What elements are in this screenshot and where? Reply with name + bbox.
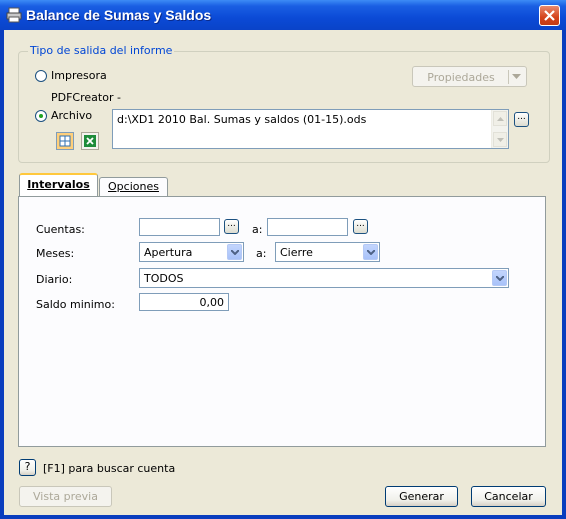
printer-radio[interactable]: [35, 70, 47, 82]
generate-button[interactable]: Generar: [385, 486, 458, 507]
scroll-up-arrow[interactable]: [493, 111, 507, 126]
file-path-text: d:\XD1 2010 Bal. Sumas y saldos (01-15).…: [117, 113, 367, 126]
saldo-minimo-label: Saldo minimo:: [36, 298, 115, 311]
printer-icon: [6, 7, 22, 23]
cuentas-to-lookup-button[interactable]: ...: [353, 219, 368, 234]
chevron-down-icon: [512, 74, 521, 79]
meses-from-select[interactable]: Apertura: [139, 242, 244, 262]
browse-file-button[interactable]: ...: [514, 112, 529, 127]
file-radio[interactable]: [35, 110, 47, 122]
cuentas-from-lookup-button[interactable]: ...: [224, 219, 239, 234]
cuentas-to-input[interactable]: [267, 218, 348, 236]
dialog-client-area: Tipo de salida del informe Impresora PDF…: [4, 30, 562, 515]
meses-label: Meses:: [36, 247, 75, 260]
chevron-down-icon: [367, 250, 375, 255]
file-radio-label: Archivo: [51, 109, 93, 122]
properties-button[interactable]: Propiedades: [412, 66, 527, 87]
chevron-down-icon: [231, 250, 239, 255]
output-type-group: Tipo de salida del informe Impresora PDF…: [18, 44, 550, 163]
dialog-window: Balance de Sumas y Saldos Tipo de salida…: [0, 0, 566, 519]
file-path-scrollbar[interactable]: [491, 110, 508, 148]
help-key-button[interactable]: ?: [19, 459, 36, 476]
tab-opciones[interactable]: Opciones: [99, 177, 168, 196]
window-title: Balance de Sumas y Saldos: [26, 7, 212, 23]
cancel-button[interactable]: Cancelar: [471, 486, 546, 507]
printer-radio-label: Impresora: [51, 69, 107, 82]
title-bar[interactable]: Balance de Sumas y Saldos: [0, 0, 566, 30]
scroll-down-arrow[interactable]: [493, 132, 507, 147]
cuentas-from-input[interactable]: [139, 218, 220, 236]
meses-from-dropdown-button[interactable]: [227, 244, 242, 260]
printer-name: PDFCreator -: [51, 91, 121, 104]
intervals-panel: Cuentas: ... a: ... Meses: Apertura a: C…: [18, 196, 546, 447]
meses-to-value: Cierre: [280, 246, 313, 259]
chevron-down-icon: [497, 138, 504, 142]
excel-format-icon[interactable]: [81, 132, 99, 150]
close-button[interactable]: [539, 5, 560, 26]
diario-select[interactable]: TODOS: [139, 268, 509, 288]
tab-opciones-label: Opciones: [108, 180, 159, 193]
diario-label: Diario:: [36, 273, 73, 286]
diario-dropdown-button[interactable]: [492, 270, 507, 286]
chevron-up-icon: [497, 117, 504, 121]
tab-intervalos-label: Intervalos: [27, 178, 90, 191]
tab-intervalos[interactable]: Intervalos: [19, 173, 98, 197]
calc-format-icon[interactable]: [56, 132, 74, 150]
diario-value: TODOS: [144, 272, 184, 285]
saldo-minimo-input[interactable]: 0,00: [139, 293, 229, 311]
help-text: [F1] para buscar cuenta: [43, 462, 176, 475]
meses-to-select[interactable]: Cierre: [275, 242, 380, 262]
file-path-textarea[interactable]: d:\XD1 2010 Bal. Sumas y saldos (01-15).…: [112, 109, 509, 149]
chevron-down-icon: [496, 276, 504, 281]
meses-from-value: Apertura: [144, 246, 193, 259]
output-type-legend: Tipo de salida del informe: [28, 44, 175, 57]
meses-range-separator: a:: [256, 247, 267, 260]
close-icon: [544, 10, 555, 21]
cuentas-label: Cuentas:: [36, 223, 85, 236]
cuentas-range-separator: a:: [252, 223, 263, 236]
meses-to-dropdown-button[interactable]: [363, 244, 378, 260]
preview-button[interactable]: Vista previa: [19, 486, 112, 507]
